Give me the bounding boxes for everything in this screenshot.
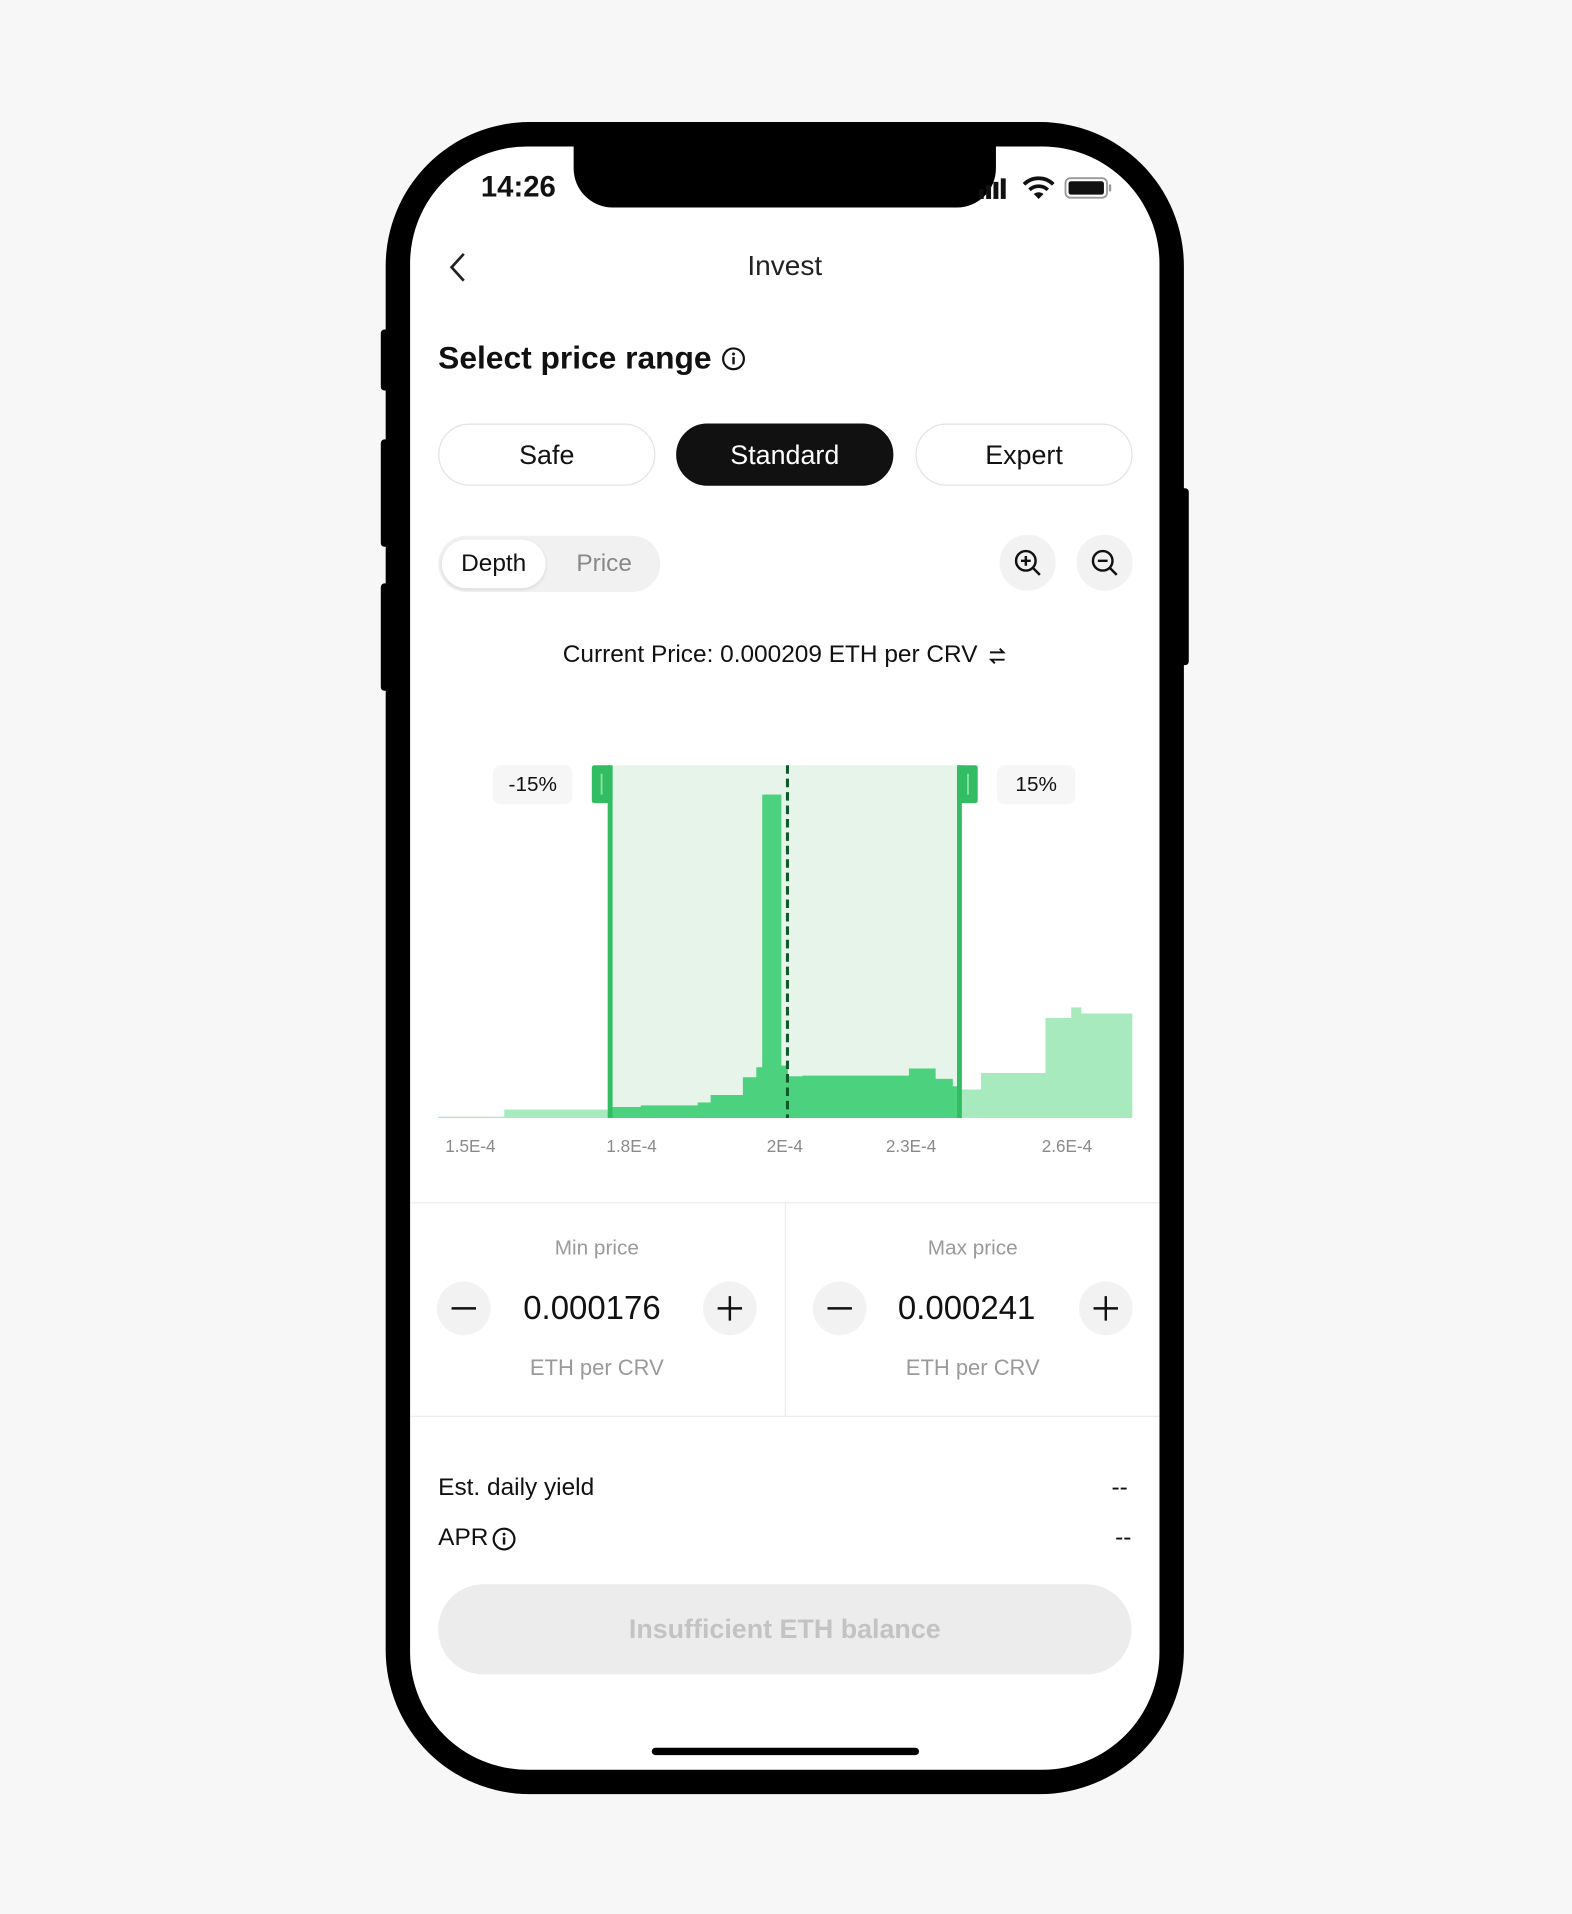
depth-bar (1071, 1007, 1082, 1118)
plus-icon (1093, 1296, 1118, 1321)
depth-bar (802, 1075, 910, 1118)
x-tick-label: 2E-4 (766, 1136, 803, 1156)
max-price-increase-button[interactable] (1078, 1281, 1133, 1336)
submit-button[interactable]: Insufficient ETH balance (438, 1584, 1132, 1675)
x-tick-label: 1.8E-4 (606, 1136, 657, 1156)
min-price-increase-button[interactable] (703, 1281, 757, 1336)
depth-bar (697, 1102, 711, 1118)
divider (410, 1415, 1160, 1418)
x-tick-label: 2.6E-4 (1041, 1136, 1093, 1156)
min-price-unit: ETH per CRV (529, 1355, 664, 1380)
daily-yield-label: Est. daily yield (438, 1474, 595, 1502)
divider (784, 1203, 787, 1416)
plus-icon (717, 1296, 743, 1321)
max-percent-label: 15% (997, 765, 1076, 805)
min-price-input[interactable]: 0.000176 (523, 1289, 660, 1327)
min-price-label: Min price (554, 1236, 639, 1260)
depth-bar (935, 1078, 953, 1118)
depth-bar (742, 1077, 757, 1118)
depth-bar (980, 1073, 1046, 1118)
x-tick-label: 1.5E-4 (445, 1136, 496, 1156)
depth-bar (908, 1068, 936, 1118)
selected-range-area (610, 765, 960, 1118)
max-price-label: Max price (927, 1236, 1018, 1260)
depth-bar (756, 1067, 763, 1118)
depth-bar (710, 1095, 744, 1118)
max-price-unit: ETH per CRV (905, 1355, 1040, 1380)
home-indicator (651, 1747, 920, 1756)
depth-bar (504, 1109, 610, 1118)
daily-yield-value: -- (1111, 1474, 1128, 1502)
min-percent-label: -15% (493, 765, 573, 805)
depth-bar (438, 1116, 505, 1118)
apr-value: -- (1115, 1524, 1132, 1552)
minus-icon (827, 1307, 852, 1310)
max-price-input[interactable]: 0.000241 (898, 1289, 1035, 1327)
depth-bar (762, 794, 782, 1118)
apr-row: APR (438, 1524, 516, 1552)
min-price-decrease-button[interactable] (436, 1281, 491, 1336)
max-price-decrease-button[interactable] (812, 1281, 867, 1336)
depth-chart[interactable] (0, 0, 1572, 1221)
info-icon[interactable] (492, 1526, 516, 1550)
apr-label: APR (438, 1524, 489, 1552)
depth-bar (609, 1106, 642, 1118)
depth-bar (1080, 1013, 1133, 1118)
minus-icon (451, 1307, 476, 1310)
x-tick-label: 2.3E-4 (885, 1136, 937, 1156)
depth-bar (1045, 1018, 1072, 1118)
depth-bar (640, 1105, 699, 1118)
depth-bar (787, 1076, 803, 1118)
